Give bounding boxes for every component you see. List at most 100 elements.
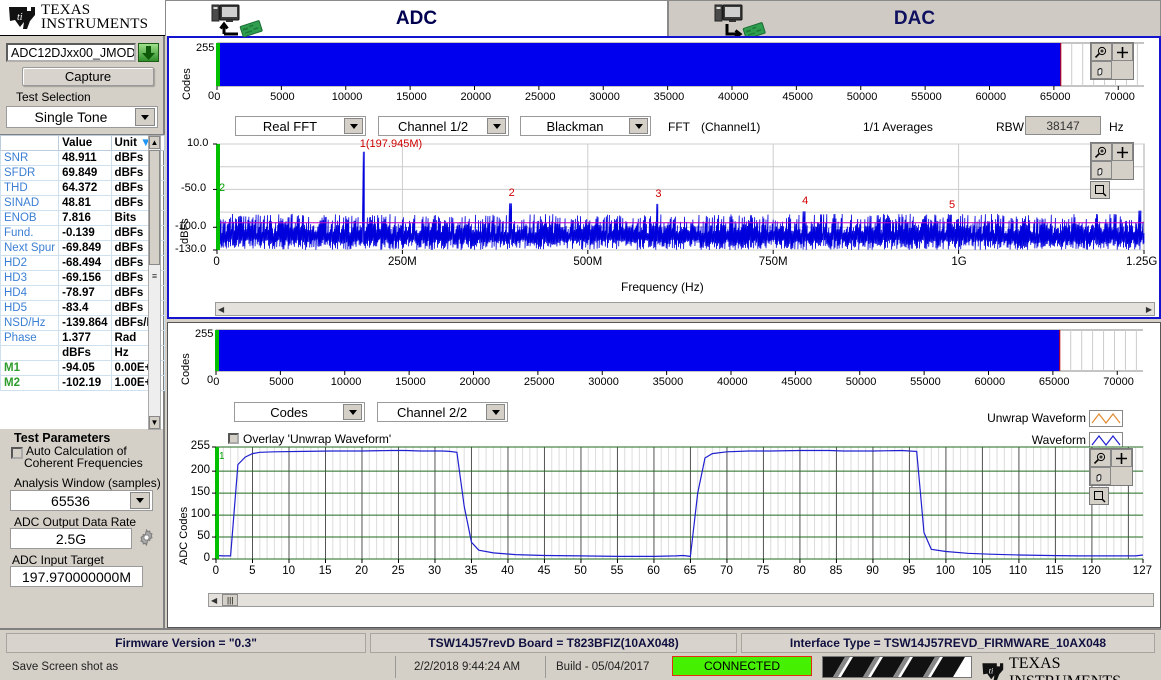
row-value: -139.864 [58, 315, 112, 331]
wave-channel-dropdown[interactable]: Channel 2/2 [377, 402, 508, 422]
table-row[interactable]: SINAD 48.81 dBFs [0, 195, 165, 211]
table-row[interactable]: Fund. -0.139 dBFs [0, 225, 165, 241]
row-name: SFDR [0, 165, 60, 181]
axis-tick-label: 100 [190, 508, 210, 521]
table-row[interactable]: THD 64.372 dBFs [0, 180, 165, 196]
fft-channel-dropdown[interactable]: Channel 1/2 [378, 116, 509, 136]
spectrum-marker-label[interactable]: 5 [949, 199, 955, 211]
table-row[interactable]: SFDR 69.849 dBFs [0, 165, 165, 181]
chevron-down-icon[interactable] [487, 118, 506, 134]
zoom-icon[interactable] [1090, 449, 1111, 467]
plus-icon[interactable] [1112, 143, 1133, 161]
auto-calculation-checkbox[interactable] [11, 447, 23, 459]
hand-icon[interactable] [1090, 467, 1111, 485]
col-unit-label: Unit [114, 137, 137, 149]
waveform-cursor-label: 1 [219, 451, 225, 462]
row-value: 48.911 [58, 150, 112, 166]
ti-footer-line2: INSTRUMENTS [1009, 673, 1121, 680]
test-selection-value: Single Tone [34, 109, 108, 125]
zoom-icon[interactable] [1091, 143, 1112, 161]
analysis-window-dropdown[interactable]: 65536 [10, 490, 153, 511]
save-screenshot-label[interactable]: Save Screen shot as [12, 661, 118, 673]
fft-mode-dropdown[interactable]: Real FFT [235, 116, 366, 136]
table-row[interactable]: Next Spur -69.849 dBFs [0, 240, 165, 256]
fft-window-dropdown[interactable]: Blackman [520, 116, 651, 136]
hand-icon[interactable] [1091, 161, 1112, 179]
axis-tick-label: 0 [203, 552, 210, 564]
table-row[interactable]: HD5 -83.4 dBFs [0, 300, 165, 316]
scroll-right-icon[interactable]: ▶ [1146, 305, 1152, 314]
computer-to-board-download-icon [711, 3, 767, 40]
chevron-down-icon[interactable] [130, 492, 150, 509]
axis-tick-label: 100 [935, 565, 955, 577]
axis-tick-label: 0 [212, 565, 219, 577]
axis-tick-label: 70 [720, 565, 733, 577]
waveform-hscrollbar[interactable]: ◀ ||| [208, 593, 1154, 607]
col-value[interactable]: Value [58, 135, 112, 151]
row-value: -69.849 [58, 240, 112, 256]
tab-adc-label: ADC [395, 7, 438, 29]
table-row[interactable]: ENOB 7.816 Bits [0, 210, 165, 226]
row-name: THD [0, 180, 60, 196]
chevron-down-icon[interactable] [343, 404, 362, 420]
wave-mode-dropdown[interactable]: Codes [234, 402, 365, 422]
plus-icon[interactable] [1112, 43, 1133, 61]
chevron-down-icon[interactable] [135, 108, 155, 126]
row-value: -68.494 [58, 255, 112, 271]
chevron-down-icon[interactable] [629, 118, 648, 134]
download-arrow-icon[interactable] [138, 43, 159, 62]
axis-tick-label: 15000 [396, 91, 427, 103]
scroll-down-button[interactable]: ▼ [149, 416, 160, 429]
axis-tick-label: 150 [190, 486, 210, 499]
axis-tick-label: 200 [190, 464, 210, 477]
spectrum-marker-label[interactable]: 4 [802, 195, 808, 207]
table-row[interactable]: Phase 1.377 Rad [0, 330, 165, 346]
output-rate-input[interactable]: 2.5G [10, 528, 132, 549]
table-row[interactable]: HD4 -78.97 dBFs [0, 285, 165, 301]
capture-button[interactable]: Capture [22, 67, 154, 86]
spectrum-marker-label[interactable]: 2 [509, 187, 515, 199]
table-row[interactable]: HD3 -69.156 dBFs [0, 270, 165, 286]
test-selection-dropdown[interactable]: Single Tone [6, 106, 158, 128]
results-table: Value Unit ▼ SNR 48.911 dBFs SFDR 69.849 dBFs… [0, 135, 165, 391]
spectrum-marker-label[interactable]: 3 [655, 188, 661, 200]
plus-icon[interactable] [1111, 449, 1132, 467]
scroll-up-button[interactable]: ▲ [149, 136, 160, 149]
table-row[interactable]: HD2 -68.494 dBFs [0, 255, 165, 271]
gear-icon[interactable] [138, 528, 155, 547]
tab-adc[interactable]: ADC [165, 0, 668, 38]
table-row[interactable]: M2 -102.19 1.00E+6 [0, 375, 165, 391]
table-row[interactable]: NSD/Hz -139.864 dBFs/Hz [0, 315, 165, 331]
chevron-down-icon[interactable] [344, 118, 363, 134]
hand-icon[interactable] [1091, 61, 1112, 79]
fft-section: Codes 255 0 0 5000 10000 15000 20000 25000 300… [167, 36, 1161, 319]
tab-dac[interactable]: DAC [668, 0, 1161, 40]
table-row[interactable]: dBFs Hz [0, 345, 165, 361]
fit-icon[interactable] [1089, 487, 1109, 505]
waveform-section: Codes 255 0 0 5000 10000 15000 20000 25000 300… [167, 322, 1161, 628]
fit-icon[interactable] [1090, 181, 1110, 199]
device-input[interactable]: ADC12DJxx00_JMODE [6, 43, 136, 62]
table-row[interactable]: SNR 48.911 dBFs [0, 150, 165, 166]
scroll-left-icon[interactable]: ◀ [218, 305, 224, 314]
axis-tick-label: 20000 [460, 91, 492, 103]
target-frequency-input[interactable]: 197.970000000M [10, 566, 143, 587]
results-scrollbar[interactable]: ▲ ≡ ▼ [148, 135, 161, 430]
table-row[interactable]: M1 -94.05 0.00E+0 [0, 360, 165, 376]
zoom-icon[interactable] [1091, 43, 1112, 61]
scroll-thumb[interactable] [149, 150, 160, 265]
legend-unwrap-waveform[interactable]: Unwrap Waveform [963, 409, 1123, 427]
row-name [0, 345, 60, 361]
fft-spectrum-plot: dBFs 10.0 -50.0 -100.0 -130.0 0 250M 500M 750M… [169, 137, 1159, 294]
chevron-down-icon[interactable] [486, 404, 505, 420]
axis-tick-label: 45000 [782, 91, 813, 103]
fft-channel-note: (Channel1) [701, 120, 761, 134]
axis-tick-label: 127 [1132, 565, 1152, 577]
waveform-plot: ADC Codes 255 200 150 100 50 0 0 5 10 15 20 25 30 35… [168, 440, 1158, 588]
spectrum-hscrollbar[interactable]: ◀ ▶ [215, 302, 1155, 316]
wave-channel-value: Channel 2/2 [396, 404, 468, 420]
axis-tick-label: 120 [1081, 565, 1101, 577]
scroll-thumb[interactable]: ||| [222, 594, 239, 606]
scroll-left-icon[interactable]: ◀ [211, 596, 217, 605]
spectrum-marker-label[interactable]: 1(197.945M) [360, 138, 422, 150]
